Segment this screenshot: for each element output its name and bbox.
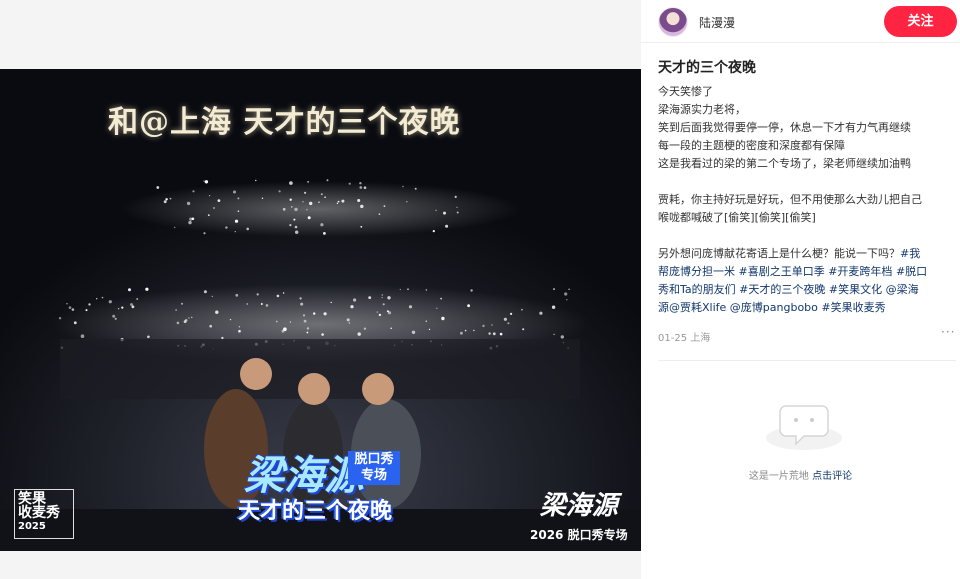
logo-line1: 笑果 (18, 491, 46, 507)
comment-link[interactable]: 点击评论 (812, 471, 852, 482)
note-line-with-tags: 源@贾耗Xlife @庞博pangbobo #笑果收麦秀 (658, 299, 956, 317)
brand-logo: 笑果 收麦秀 2025 (14, 489, 74, 539)
note-line: 喉咙都喊破了[偷笑][偷笑][偷笑] (658, 211, 816, 224)
show-tagline: 天才的三个夜晚 (238, 498, 393, 524)
hashtag-link[interactable]: 帮庞博分担一米 (658, 265, 735, 278)
author-name[interactable]: 陆漫漫 (699, 14, 735, 31)
empty-comments-icon (766, 405, 842, 450)
follow-button[interactable]: 关注 (884, 6, 957, 37)
media-pane: 和@上海 天才的三个夜晚 梁海源 脱口秀专场 天才的三个夜晚 笑果 收麦秀 20… (0, 0, 641, 579)
note-line: 笑到后面我觉得要停一停，休息一下才有力气再继续 (658, 121, 911, 134)
note-title: 天才的三个夜晚 (658, 60, 756, 76)
note-body: 今天笑惨了 梁海源实力老将， 笑到后面我觉得要停一停，休息一下才有力气再继续 每… (658, 83, 956, 317)
note-line: 这是我看过的梁的第二个专场了，梁老师继续加油鸭 (658, 157, 911, 170)
performer-signature: 梁海源 2026 脱口秀专场 (530, 485, 628, 543)
logo-line2: 收麦秀 (18, 505, 60, 521)
note-photo[interactable]: 和@上海 天才的三个夜晚 梁海源 脱口秀专场 天才的三个夜晚 笑果 收麦秀 20… (0, 69, 641, 551)
question-text: 另外想问庞博献花寄语上是什么梗？能说一下吗？ (658, 247, 900, 260)
hashtag-link[interactable]: #开麦跨年档 (828, 265, 892, 278)
hashtag-link[interactable]: #喜剧之王单口季 (739, 265, 825, 278)
note-line-with-tags: 秀和Ta的朋友们 #天才的三个夜晚 #笑果文化 @梁海 (658, 281, 956, 299)
hashtag-link[interactable]: #我 (900, 247, 920, 260)
note-line: 每一段的主题梗的密度和深度都有保障 (658, 139, 845, 152)
divider (658, 360, 956, 361)
mention-link[interactable]: @庞博pangbobo (730, 301, 818, 314)
hashtag-link[interactable]: #笑果收麦秀 (821, 301, 885, 314)
hashtag-link[interactable]: #笑果文化 (829, 283, 882, 296)
note-line: 今天笑惨了 (658, 85, 713, 98)
empty-comments-text: 这是一片荒地 点击评论 (641, 467, 960, 482)
mention-link[interactable]: @梁海 (886, 283, 919, 296)
avatar[interactable] (658, 7, 688, 37)
photo-headline: 和@上海 天才的三个夜晚 (108, 105, 461, 140)
post-date-location: 01-25 上海 (658, 333, 711, 344)
show-title-art: 梁海源 脱口秀专场 天才的三个夜晚 (236, 443, 436, 551)
author-bar: 陆漫漫 关注 (641, 0, 960, 43)
logo-year: 2025 (18, 521, 46, 532)
hashtag-link[interactable]: #天才的三个夜晚 (739, 283, 825, 296)
note-line: 贾耗，你主持好玩是好玩，但不用使那么大劲儿把自己 (658, 193, 922, 206)
note-line-with-tags: 另外想问庞博献花寄语上是什么梗？能说一下吗？#我 (658, 245, 956, 263)
more-options-icon[interactable]: ··· (941, 325, 955, 339)
empty-comments-label: 这是一片荒地 (748, 471, 809, 482)
mention-link[interactable]: 源@贾耗Xlife (658, 301, 726, 314)
note-line: 梁海源实力老将， (658, 103, 746, 116)
hashtag-link[interactable]: #脱口 (896, 265, 927, 278)
hashtag-link[interactable]: 秀和Ta的朋友们 (658, 283, 736, 296)
note-detail-panel: 陆漫漫 关注 天才的三个夜晚 今天笑惨了 梁海源实力老将， 笑到后面我觉得要停一… (641, 0, 960, 579)
signature-subtitle: 2026 脱口秀专场 (530, 528, 628, 542)
show-subtitle: 脱口秀专场 (348, 451, 400, 485)
note-line-with-tags: 帮庞博分担一米 #喜剧之王单口季 #开麦跨年档 #脱口 (658, 263, 956, 281)
signature-text: 梁海源 (539, 491, 618, 521)
